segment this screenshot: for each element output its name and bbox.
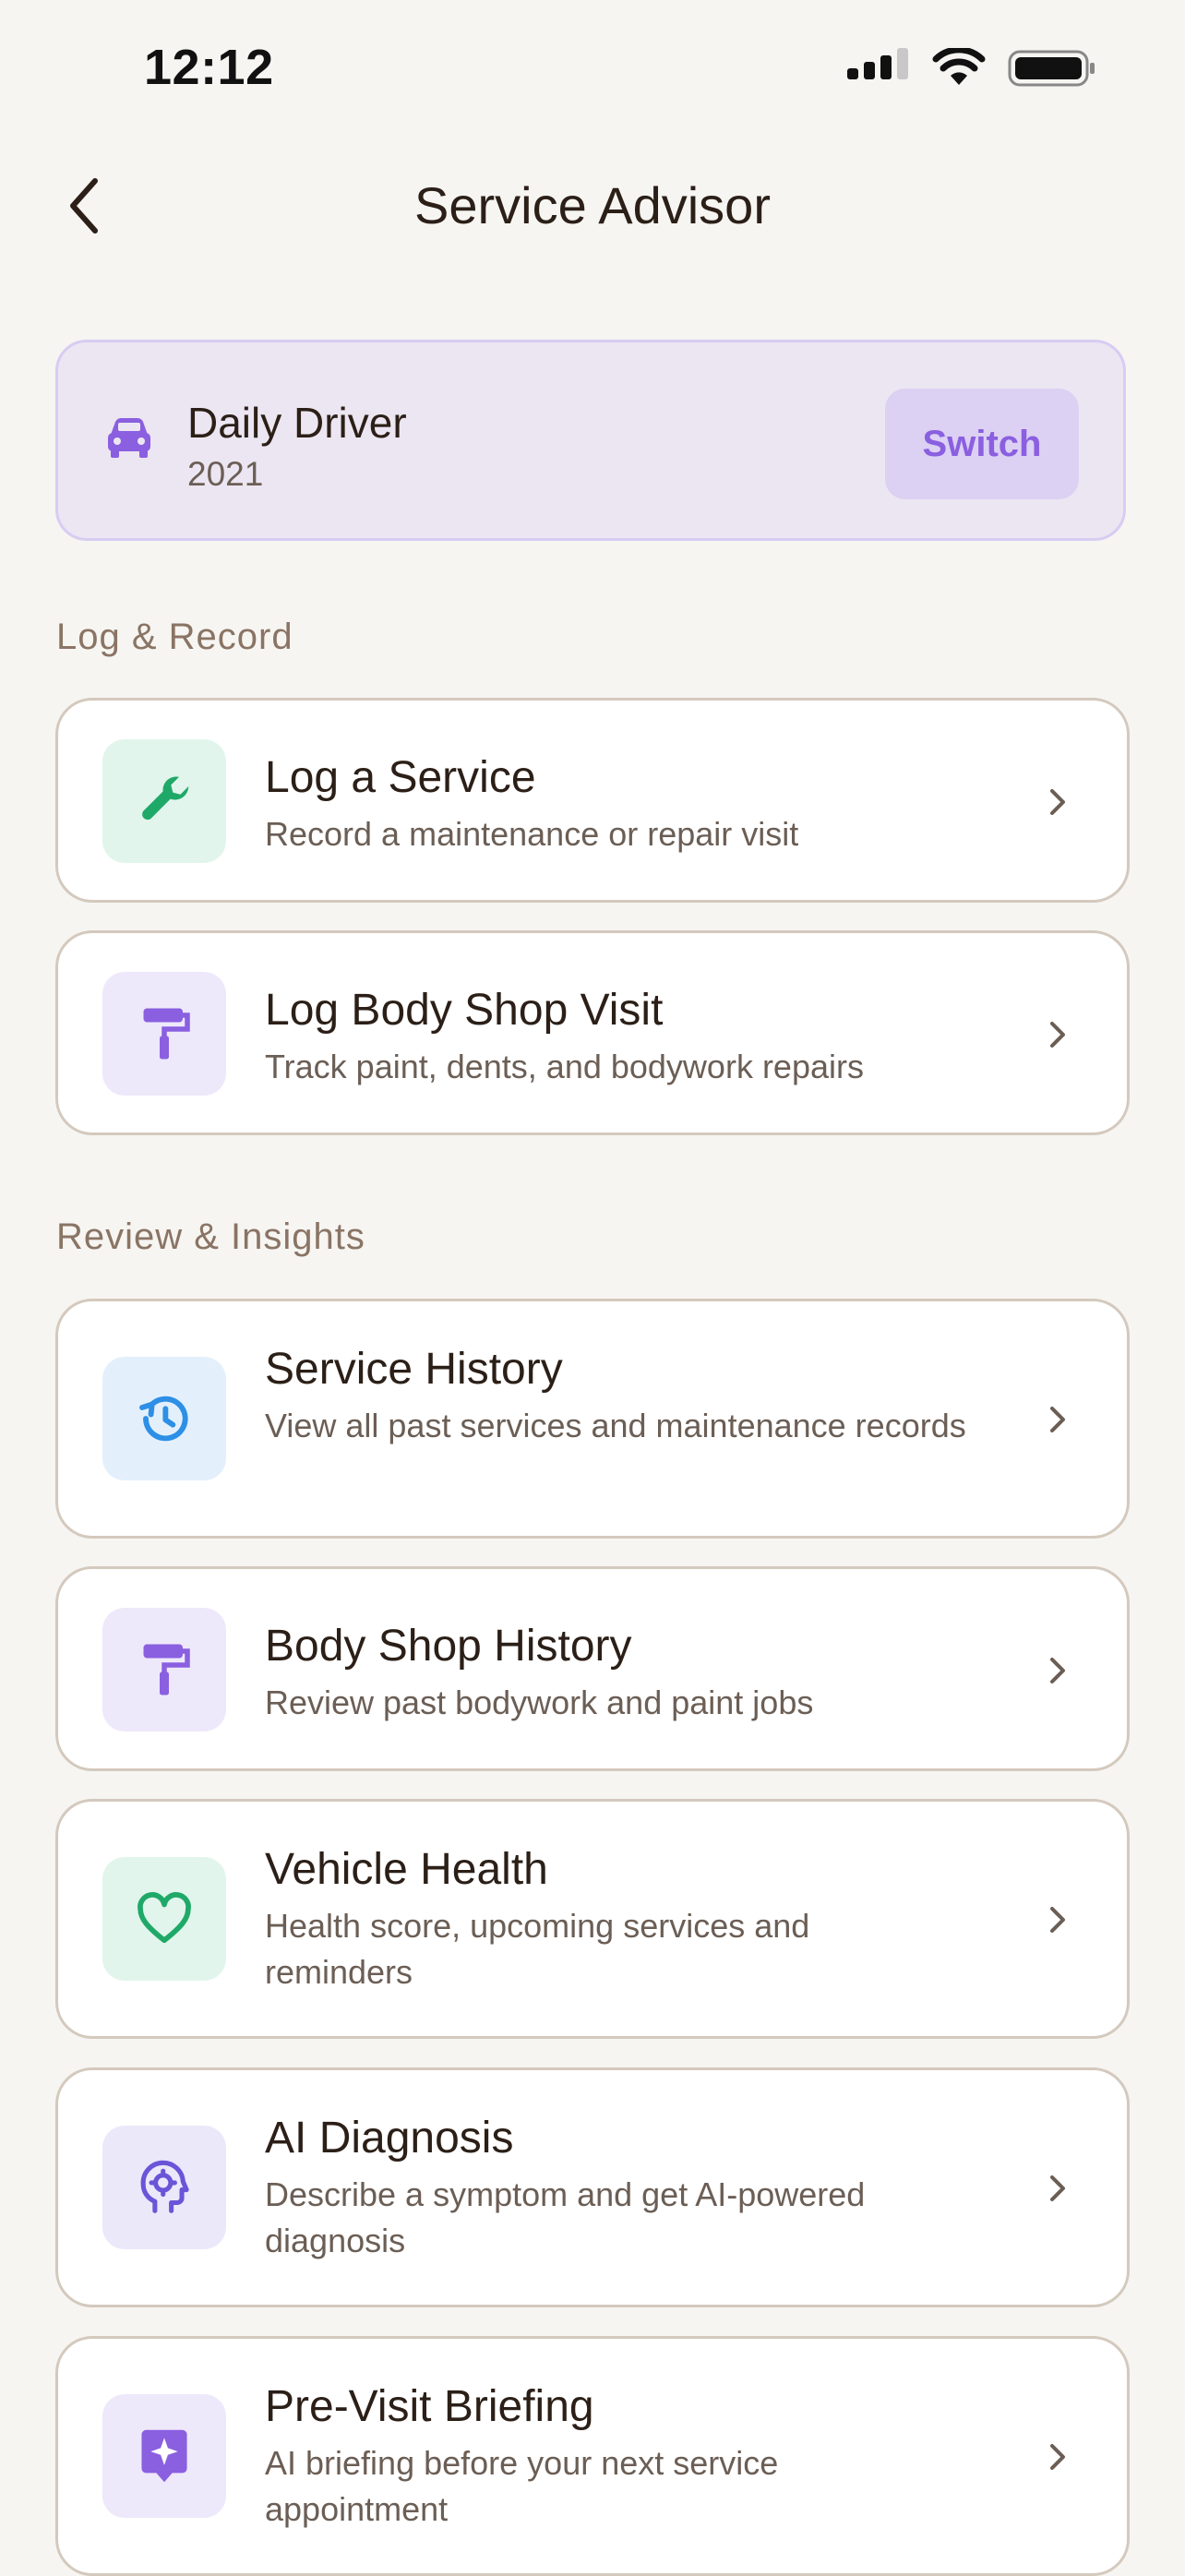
pre-visit-briefing-card[interactable]: Pre-Visit Briefing AI briefing before yo… [55, 2336, 1130, 2576]
card-subtitle: AI briefing before your next service app… [265, 2444, 779, 2528]
chevron-right-icon [1050, 1907, 1065, 1933]
card-title: Pre-Visit Briefing [265, 2382, 594, 2431]
brain-gear-icon [140, 2160, 189, 2213]
paint-roller-icon-tile [102, 1608, 226, 1731]
status-icons [847, 48, 1096, 89]
chevron-right-icon [1050, 2175, 1065, 2201]
card-title: Service History [265, 1345, 563, 1394]
log-body-shop-card[interactable]: Log Body Shop Visit Track paint, dents, … [55, 930, 1130, 1135]
card-title: Vehicle Health [265, 1845, 548, 1894]
section-label-review-insights: Review & Insights [56, 1216, 365, 1257]
cellular-signal-icon [847, 48, 908, 79]
chevron-right-icon [1050, 1022, 1065, 1048]
status-bar: 12:12 [0, 0, 1185, 138]
body-shop-history-card[interactable]: Body Shop History Review past bodywork a… [55, 1566, 1130, 1771]
card-subtitle: Record a maintenance or repair visit [265, 815, 799, 853]
switch-vehicle-button[interactable]: Switch [885, 389, 1079, 499]
car-icon [108, 418, 150, 458]
chevron-right-icon [1050, 1407, 1065, 1432]
service-history-card[interactable]: Service History View all past services a… [55, 1299, 1130, 1539]
vehicle-name: Daily Driver [187, 399, 407, 447]
paint-roller-icon-tile [102, 972, 226, 1096]
vehicle-year: 2021 [187, 455, 264, 493]
nav-header: Service Advisor [0, 157, 1185, 258]
card-subtitle: Health score, upcoming services and remi… [265, 1907, 810, 1991]
sparkle-badge-icon [141, 2429, 187, 2483]
chevron-right-icon [1050, 2444, 1065, 2470]
heart-icon-tile [102, 1857, 226, 1981]
heart-icon [138, 1892, 191, 1944]
paint-roller-icon [143, 1008, 190, 1060]
history-icon [139, 1396, 188, 1442]
battery-icon [1008, 50, 1095, 87]
vehicle-health-card[interactable]: Vehicle Health Health score, upcoming se… [55, 1799, 1130, 2039]
wrench-icon-tile [102, 739, 226, 863]
card-subtitle: Describe a symptom and get AI-powered di… [265, 2175, 866, 2259]
vehicle-card: Daily Driver 2021 Switch [55, 340, 1126, 541]
brain-gear-icon-tile [102, 2126, 226, 2249]
card-subtitle: Review past bodywork and paint jobs [265, 1683, 814, 1721]
history-icon-tile [102, 1357, 226, 1480]
status-time: 12:12 [144, 40, 274, 95]
ai-diagnosis-card[interactable]: AI Diagnosis Describe a symptom and get … [55, 2067, 1130, 2307]
chevron-right-icon [1050, 1658, 1065, 1683]
card-subtitle: Track paint, dents, and bodywork repairs [265, 1048, 864, 1085]
section-label-log-record: Log & Record [56, 617, 293, 657]
chevron-right-icon [1050, 789, 1065, 815]
log-service-card[interactable]: Log a Service Record a maintenance or re… [55, 698, 1130, 903]
page-title: Service Advisor [414, 176, 771, 234]
paint-roller-icon [143, 1644, 190, 1695]
card-title: Log Body Shop Visit [265, 986, 664, 1035]
card-subtitle: View all past services and maintenance r… [265, 1407, 966, 1444]
card-title: Body Shop History [265, 1622, 632, 1671]
card-title: Log a Service [265, 753, 536, 802]
sparkle-badge-icon-tile [102, 2394, 226, 2518]
wrench-icon [142, 776, 189, 821]
card-title: AI Diagnosis [265, 2114, 514, 2163]
wifi-icon [932, 48, 986, 85]
